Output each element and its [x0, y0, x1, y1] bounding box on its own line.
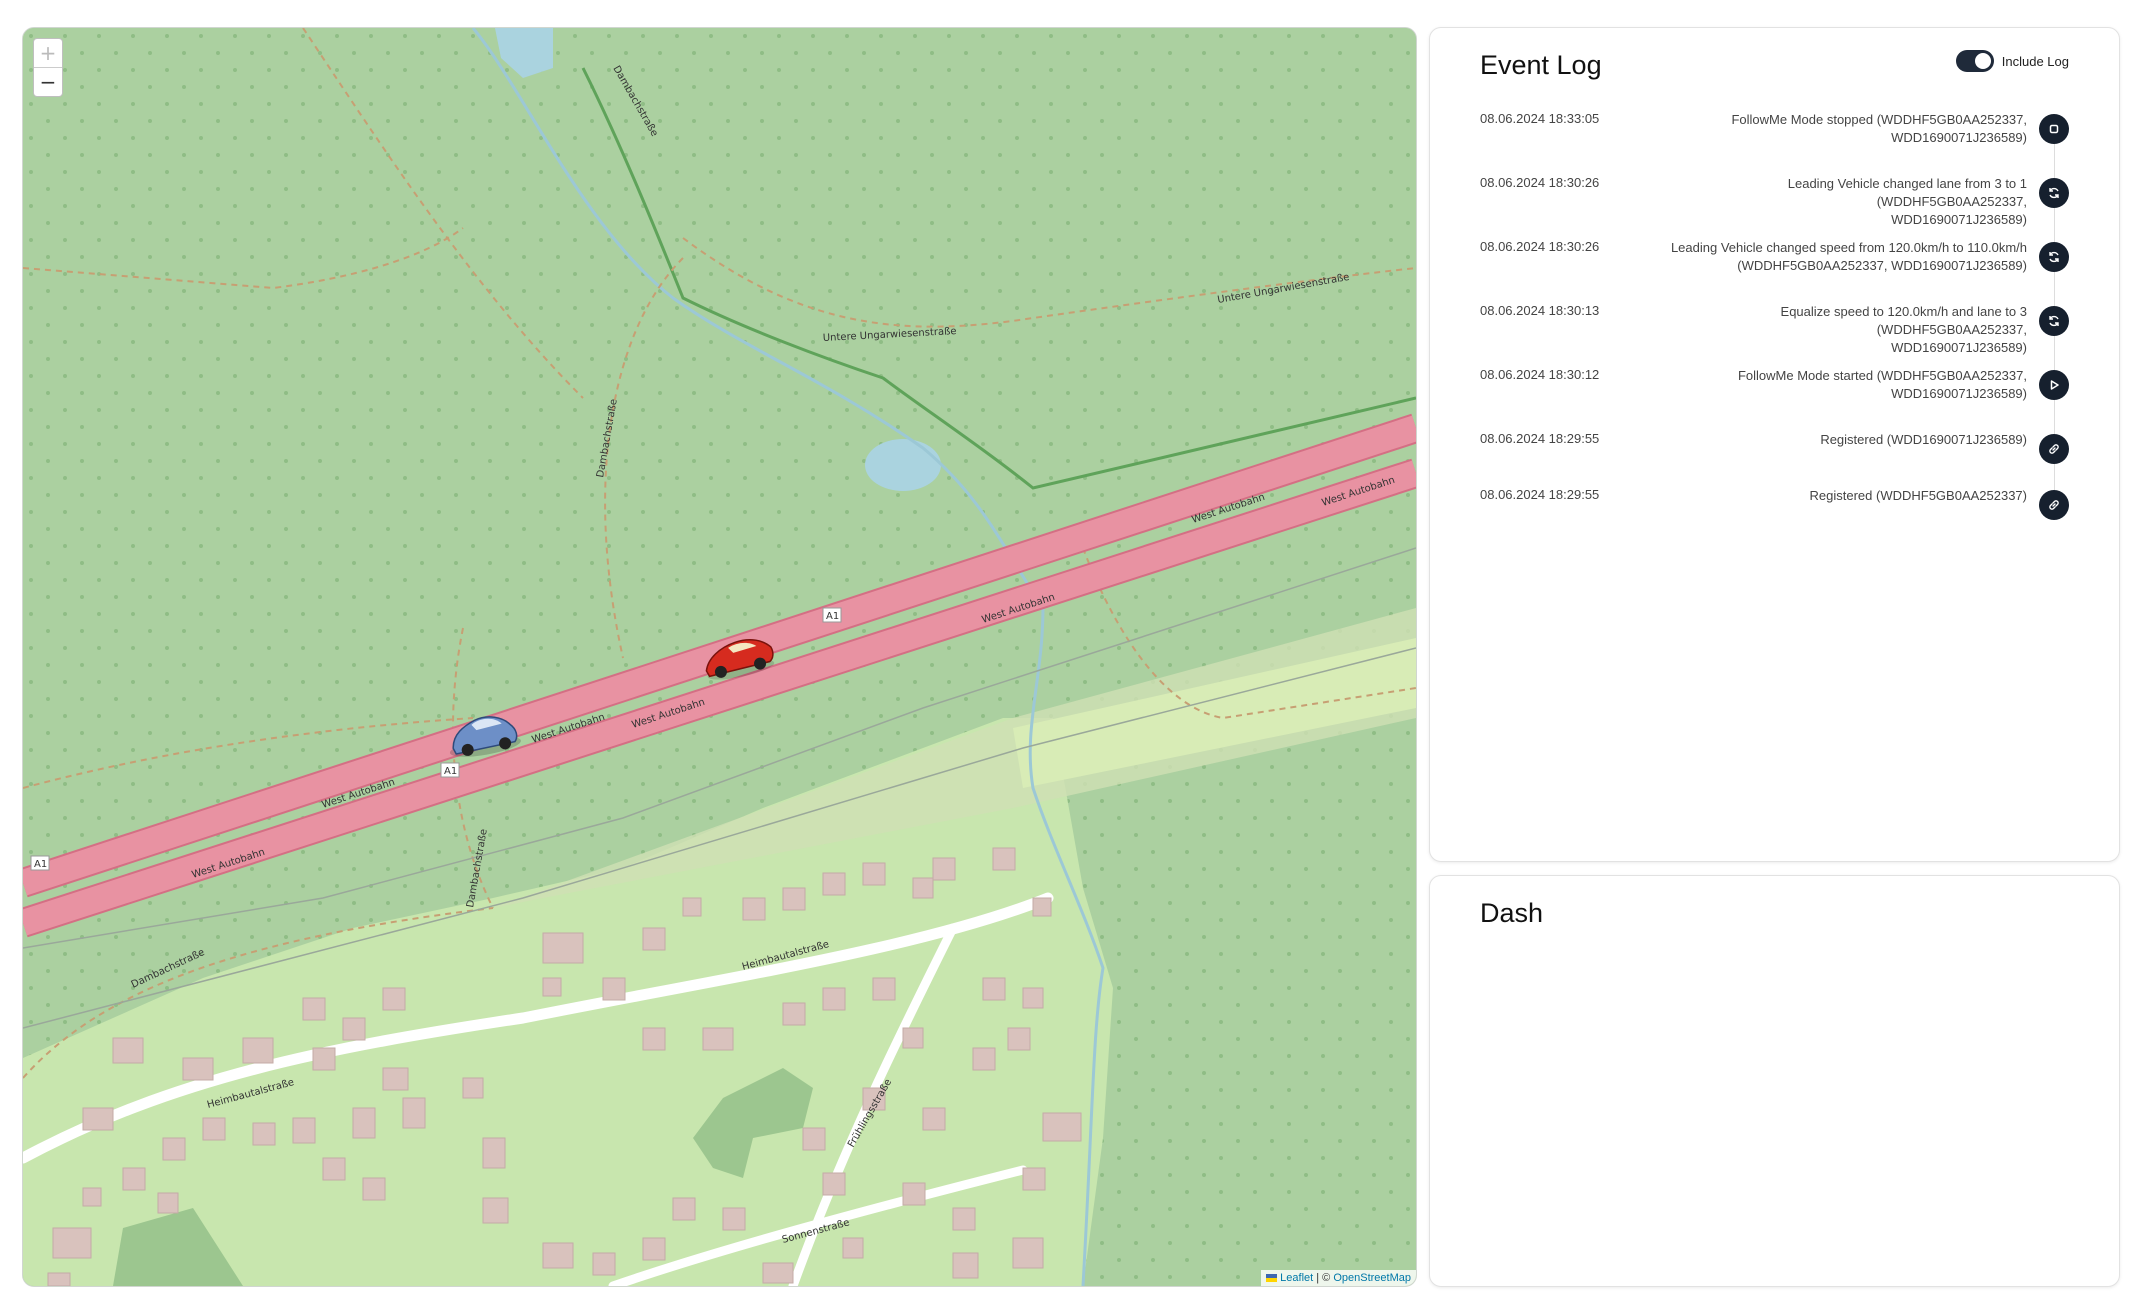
include-log-label: Include Log	[2001, 53, 2069, 69]
a1-shield-2: A1	[444, 766, 457, 777]
event-description: Equalize speed to 120.0km/h and lane to …	[1636, 300, 2027, 357]
event-row: 08.06.2024 18:30:26 Leading Vehicle chang…	[1480, 172, 2069, 242]
event-description: FollowMe Mode started (WDDHF5GB0AA252337…	[1738, 364, 2027, 403]
event-description-line-2: WDD1690071J236589)	[1891, 386, 2027, 401]
event-description-line-2: (WDDHF5GB0AA252337, WDD1690071J236589)	[1737, 258, 2027, 273]
event-description: Leading Vehicle changed speed from 120.0…	[1671, 236, 2027, 275]
event-log-title: Event Log	[1480, 50, 1602, 80]
pond-middle	[865, 439, 941, 491]
play-icon	[2039, 370, 2069, 400]
event-description-line-1: Leading Vehicle changed lane from 3 to 1…	[1787, 176, 2027, 209]
ukraine-flag-icon	[1266, 1274, 1278, 1283]
a1-shield-1: A1	[826, 611, 839, 622]
event-description-line-2: WDD1690071J236589)	[1891, 212, 2027, 227]
event-description-line-1: Equalize speed to 120.0km/h and lane to …	[1780, 304, 2027, 337]
dash-title: Dash	[1480, 898, 1544, 928]
event-list: 08.06.2024 18:33:05 FollowMe Mode stopped…	[1480, 108, 2069, 540]
event-row: 08.06.2024 18:29:55 Registered (WDDHF5GB0…	[1480, 484, 2069, 540]
include-log-toggle-group: Include Log	[1955, 50, 2069, 72]
event-timestamp: 08.06.2024 18:33:05	[1480, 111, 1600, 126]
map-attribution: Leaflet | © OpenStreetMap	[1261, 1270, 1416, 1286]
event-description-line-2: WDD1690071J236589)	[1891, 130, 2027, 145]
event-description-line-1: Registered (WDDHF5GB0AA252337)	[1809, 488, 2027, 503]
map-canvas[interactable]: West Autobahn West Autobahn West Autobah…	[23, 28, 1416, 1286]
event-timestamp: 08.06.2024 18:29:55	[1480, 431, 1600, 446]
refresh-icon	[2039, 178, 2069, 208]
osm-link[interactable]: OpenStreetMap	[1333, 1272, 1411, 1284]
link-icon	[2039, 490, 2069, 520]
event-timestamp: 08.06.2024 18:29:55	[1480, 487, 1600, 502]
refresh-icon	[2039, 242, 2069, 272]
stop-icon	[2039, 114, 2069, 144]
event-description-line-2: WDD1690071J236589)	[1891, 340, 2027, 355]
event-description-line-1: Leading Vehicle changed speed from 120.0…	[1670, 240, 2027, 255]
event-timestamp: 08.06.2024 18:30:13	[1480, 303, 1600, 318]
include-log-toggle[interactable]	[1955, 50, 1994, 72]
zoom-in-button[interactable]: +	[34, 39, 62, 68]
event-timestamp: 08.06.2024 18:30:26	[1480, 239, 1600, 254]
event-row: 08.06.2024 18:29:55 Registered (WDD169007…	[1480, 428, 2069, 490]
attribution-separator: | ©	[1316, 1272, 1331, 1284]
event-row: 08.06.2024 18:30:13 Equalize speed to 120…	[1480, 300, 2069, 370]
event-description: Leading Vehicle changed lane from 3 to 1…	[1638, 172, 2027, 229]
link-icon	[2039, 434, 2069, 464]
refresh-icon	[2039, 306, 2069, 336]
event-timestamp: 08.06.2024 18:30:12	[1480, 367, 1600, 382]
zoom-out-button[interactable]: −	[34, 68, 62, 96]
event-description: Registered (WDDHF5GB0AA252337)	[1810, 484, 2027, 505]
map-view[interactable]: West Autobahn West Autobahn West Autobah…	[22, 27, 1417, 1287]
a1-shield-3: A1	[34, 859, 47, 870]
zoom-control: + −	[33, 38, 63, 97]
event-row: 08.06.2024 18:30:26 Leading Vehicle chang…	[1480, 236, 2069, 306]
dash-panel: Dash	[1429, 875, 2120, 1287]
event-description-line-1: Registered (WDD1690071J236589)	[1820, 432, 2027, 447]
event-description-line-1: FollowMe Mode started (WDDHF5GB0AA252337…	[1737, 368, 2027, 383]
event-description-line-1: FollowMe Mode stopped (WDDHF5GB0AA252337…	[1731, 112, 2027, 127]
event-log-panel: Event Log Include Log 08.06.2024 18:33:0…	[1429, 27, 2120, 862]
toggle-knob	[1974, 53, 1991, 69]
event-description: Registered (WDD1690071J236589)	[1820, 428, 2027, 449]
event-row: 08.06.2024 18:30:12 FollowMe Mode started…	[1480, 364, 2069, 434]
leaflet-link[interactable]: Leaflet	[1280, 1272, 1313, 1284]
event-timestamp: 08.06.2024 18:30:26	[1480, 175, 1600, 190]
event-description: FollowMe Mode stopped (WDDHF5GB0AA252337…	[1731, 108, 2027, 147]
event-row: 08.06.2024 18:33:05 FollowMe Mode stopped…	[1480, 108, 2069, 178]
